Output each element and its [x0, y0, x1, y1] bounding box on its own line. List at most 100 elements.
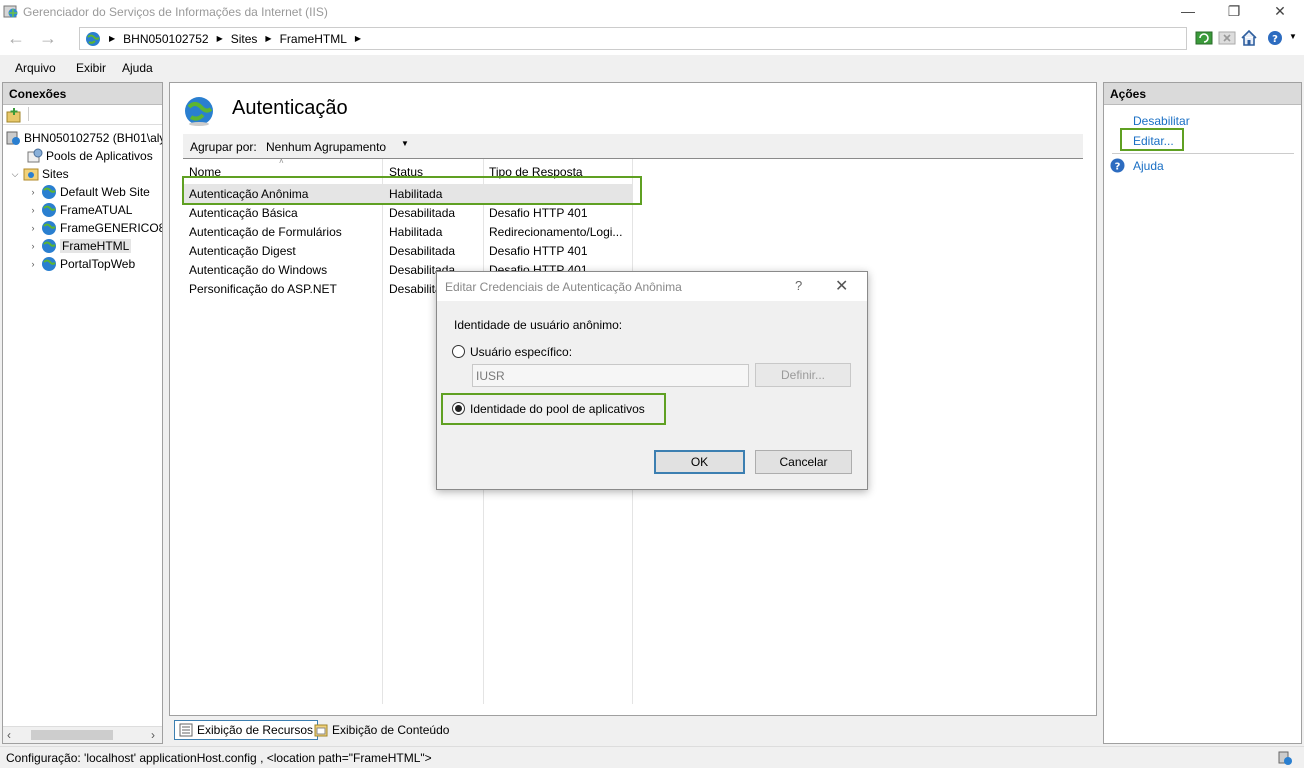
chevron-right-icon[interactable]: › [27, 187, 39, 197]
tree-label-server: BHN050102752 (BH01\alys [24, 131, 163, 145]
chevron-down-icon[interactable]: ▼ [401, 139, 409, 148]
tab-content-view[interactable]: Exibição de Conteúdo [310, 720, 453, 740]
window-title: Gerenciador do Serviços de Informações d… [23, 5, 328, 19]
chevron-down-icon[interactable]: ⌵ [9, 169, 21, 180]
svg-text:?: ? [1115, 162, 1121, 173]
dialog-help-button[interactable]: ? [795, 278, 802, 293]
table-row[interactable]: Autenticação Digest Desabilitada Desafio… [183, 241, 632, 260]
forward-arrow-icon[interactable]: → [36, 28, 60, 50]
menu-arquivo[interactable]: Arquivo [15, 61, 56, 75]
sort-arrow-icon: ˄ [279, 157, 284, 166]
specific-user-label[interactable]: Usuário específico: [470, 345, 572, 359]
scroll-left-icon[interactable]: ‹ [7, 728, 11, 742]
dialog-title: Editar Credenciais de Autenticação Anôni… [445, 280, 682, 294]
radio-specific-user[interactable] [452, 345, 465, 358]
tree-label-pools: Pools de Aplicativos [46, 149, 153, 163]
add-connection-icon[interactable] [6, 107, 22, 123]
title-bar: Gerenciador do Serviços de Informações d… [0, 0, 1304, 23]
group-by-label: Agrupar por: [190, 140, 257, 154]
chevron-right-icon[interactable]: › [27, 223, 39, 233]
chevron-right-icon[interactable]: › [27, 205, 39, 215]
scroll-thumb[interactable] [31, 730, 113, 740]
chevron-down-icon[interactable]: ▼ [1289, 32, 1297, 41]
group-by-select[interactable]: Nenhum Agrupamento [266, 140, 386, 154]
ok-button[interactable]: OK [654, 450, 745, 474]
menu-ajuda[interactable]: Ajuda [122, 61, 153, 75]
help-action-link[interactable]: Ajuda [1133, 159, 1164, 173]
edit-highlight-box [1120, 128, 1184, 151]
tab-features-label: Exibição de Recursos [197, 723, 314, 737]
tab-features-view[interactable]: Exibição de Recursos [174, 720, 319, 740]
disable-action-link[interactable]: Desabilitar [1133, 114, 1190, 128]
chevron-right-icon: ▶ [265, 34, 272, 43]
help-icon: ? [1110, 158, 1125, 173]
tree-label-site: Default Web Site [60, 185, 150, 199]
breadcrumb-server[interactable]: BHN050102752 [123, 32, 208, 46]
table-row[interactable]: Autenticação Básica Desabilitada Desafio… [183, 203, 632, 222]
tree-item-sites[interactable]: ⌵ Sites [9, 165, 69, 183]
specific-user-field[interactable]: IUSR [472, 364, 749, 387]
breadcrumb-sites[interactable]: Sites [231, 32, 258, 46]
home-icon[interactable] [1240, 29, 1258, 47]
globe-icon [42, 257, 56, 271]
row-status: Desabilitada [389, 206, 456, 220]
chevron-right-icon[interactable]: › [27, 241, 39, 251]
menu-bar: Arquivo Exibir Ajuda [0, 57, 1304, 79]
menu-exibir[interactable]: Exibir [76, 61, 106, 75]
actions-header: Ações [1104, 83, 1301, 105]
page-title: Autenticação [232, 97, 348, 119]
tree-item-server[interactable]: BHN050102752 (BH01\alys [5, 129, 163, 147]
connections-panel: Conexões BHN050102752 (BH01\alys Pools d… [2, 82, 163, 744]
row-name: Autenticação do Windows [189, 263, 328, 277]
minimize-button[interactable]: — [1165, 0, 1211, 23]
actions-panel: Ações Desabilitar Editar... ? Ajuda [1103, 82, 1302, 744]
horizontal-scrollbar[interactable]: ‹ › [3, 726, 162, 743]
navigation-bar: ← → ▶ BHN050102752 ▶ Sites ▶ FrameHTML ▶… [0, 23, 1304, 55]
dialog-title-bar: Editar Credenciais de Autenticação Anôni… [437, 272, 867, 301]
stop-icon[interactable] [1218, 29, 1236, 47]
maximize-button[interactable]: ❐ [1211, 0, 1257, 23]
globe-icon [42, 203, 56, 217]
tree-label-site-selected: FrameHTML [60, 239, 132, 253]
dialog-close-icon[interactable]: ✕ [835, 276, 848, 296]
refresh-icon[interactable] [1195, 29, 1213, 47]
close-window-button[interactable]: ✕ [1257, 0, 1303, 23]
row-name: Autenticação de Formulários [189, 225, 342, 239]
help-dropdown-icon[interactable]: ? [1267, 29, 1285, 47]
breadcrumb-site[interactable]: FrameHTML [280, 32, 347, 46]
anonymous-identity-label: Identidade de usuário anônimo: [454, 318, 623, 332]
chevron-right-icon: ▶ [109, 34, 116, 43]
tree-item-pools[interactable]: Pools de Aplicativos [27, 147, 153, 165]
tree-item-frameatual[interactable]: › FrameATUAL [27, 201, 132, 219]
tab-content-label: Exibição de Conteúdo [332, 723, 450, 737]
row-response: Desafio HTTP 401 [489, 206, 588, 220]
group-by-bar: Agrupar por: Nenhum Agrupamento ▼ [183, 134, 1083, 159]
row-name: Autenticação Digest [189, 244, 296, 258]
tree-item-default-web-site[interactable]: › Default Web Site [27, 183, 150, 201]
chevron-right-icon: ▶ [216, 34, 223, 43]
view-tabs: Exibição de Recursos Exibição de Conteúd… [169, 718, 1097, 742]
chevron-right-icon[interactable]: › [27, 259, 39, 269]
toolbar-divider [28, 107, 29, 121]
address-bar[interactable]: ▶ BHN050102752 ▶ Sites ▶ FrameHTML ▶ [79, 27, 1187, 50]
tree-label-site: PortalTopWeb [60, 257, 136, 271]
features-view-icon [179, 723, 193, 737]
svg-text:?: ? [1272, 34, 1278, 45]
cancel-button[interactable]: Cancelar [755, 450, 852, 474]
connections-header: Conexões [3, 83, 162, 105]
tree-label-site: FrameGENERICO82 [60, 221, 163, 235]
status-bar: Configuração: 'localhost' applicationHos… [0, 746, 1304, 768]
scroll-right-icon[interactable]: › [151, 728, 155, 742]
tree-item-framehtml[interactable]: › FrameHTML [27, 237, 132, 255]
edit-anonymous-credentials-dialog: Editar Credenciais de Autenticação Anôni… [436, 271, 868, 490]
row-name: Autenticação Básica [189, 206, 298, 220]
back-arrow-icon[interactable]: ← [4, 28, 28, 50]
tree-item-portaltopweb[interactable]: › PortalTopWeb [27, 255, 135, 273]
tree-item-framegenerico82[interactable]: › FrameGENERICO82 [27, 219, 163, 237]
status-text: Configuração: 'localhost' applicationHos… [6, 751, 432, 765]
table-row[interactable]: Autenticação de Formulários Habilitada R… [183, 222, 632, 241]
define-button[interactable]: Definir... [755, 363, 851, 387]
sites-folder-icon [23, 168, 39, 181]
authentication-globe-icon [185, 97, 213, 126]
tree-label-sites: Sites [42, 167, 69, 181]
